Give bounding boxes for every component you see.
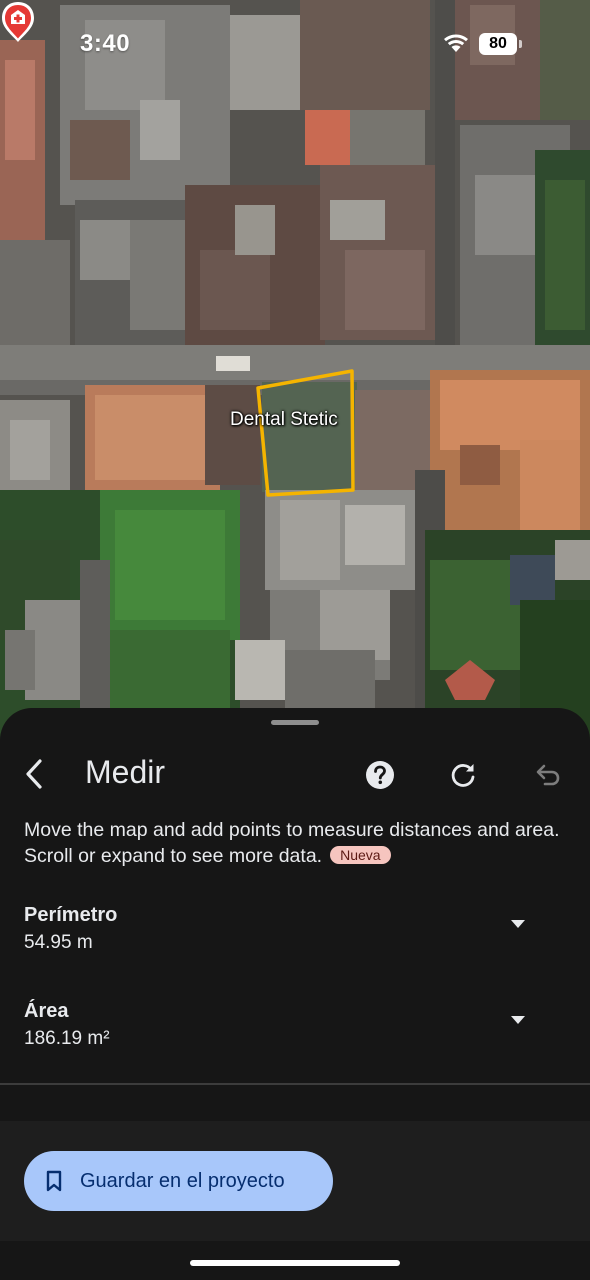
undo-button[interactable] (530, 757, 566, 793)
refresh-icon (451, 764, 475, 787)
instructions-body: Move the map and add points to measure d… (24, 819, 560, 867)
back-button[interactable] (14, 754, 54, 794)
area-value: 186.19 m² (24, 1028, 110, 1049)
satellite-map[interactable]: Dental Stetic (0, 0, 590, 740)
perimeter-value: 54.95 m (24, 932, 93, 953)
status-bar: 3:40 80 (0, 0, 590, 90)
save-to-project-label: Guardar en el proyecto (80, 1169, 285, 1192)
reset-button[interactable] (445, 757, 481, 793)
help-icon (366, 761, 394, 789)
perimeter-row[interactable]: Perímetro 54.95 m (0, 904, 590, 984)
area-label: Área (24, 1000, 69, 1022)
measure-bottom-sheet[interactable]: Medir Move the map and add points to mea… (0, 708, 590, 1280)
help-button[interactable] (362, 757, 398, 793)
back-arrow-icon (26, 759, 42, 789)
status-time: 3:40 (80, 30, 131, 57)
perimeter-label: Perímetro (24, 904, 118, 926)
divider (0, 1083, 590, 1085)
place-label[interactable]: Dental Stetic (230, 409, 338, 431)
undo-icon (536, 764, 560, 786)
area-dropdown[interactable] (505, 1010, 531, 1030)
battery-indicator: 80 (479, 33, 522, 55)
save-to-project-button[interactable]: Guardar en el proyecto (24, 1151, 333, 1211)
area-row[interactable]: Área 186.19 m² (0, 1000, 590, 1080)
wifi-icon (444, 34, 468, 52)
instructions-text: Move the map and add points to measure d… (24, 817, 564, 869)
caret-down-icon (511, 920, 525, 928)
bookmark-icon (46, 1170, 62, 1192)
perimeter-dropdown[interactable] (505, 914, 531, 934)
caret-down-icon (511, 1016, 525, 1024)
drag-handle[interactable] (271, 720, 319, 725)
sheet-title: Medir (85, 754, 166, 790)
satellite-imagery (0, 0, 590, 740)
new-badge: Nueva (330, 846, 391, 864)
home-indicator[interactable] (190, 1260, 400, 1266)
